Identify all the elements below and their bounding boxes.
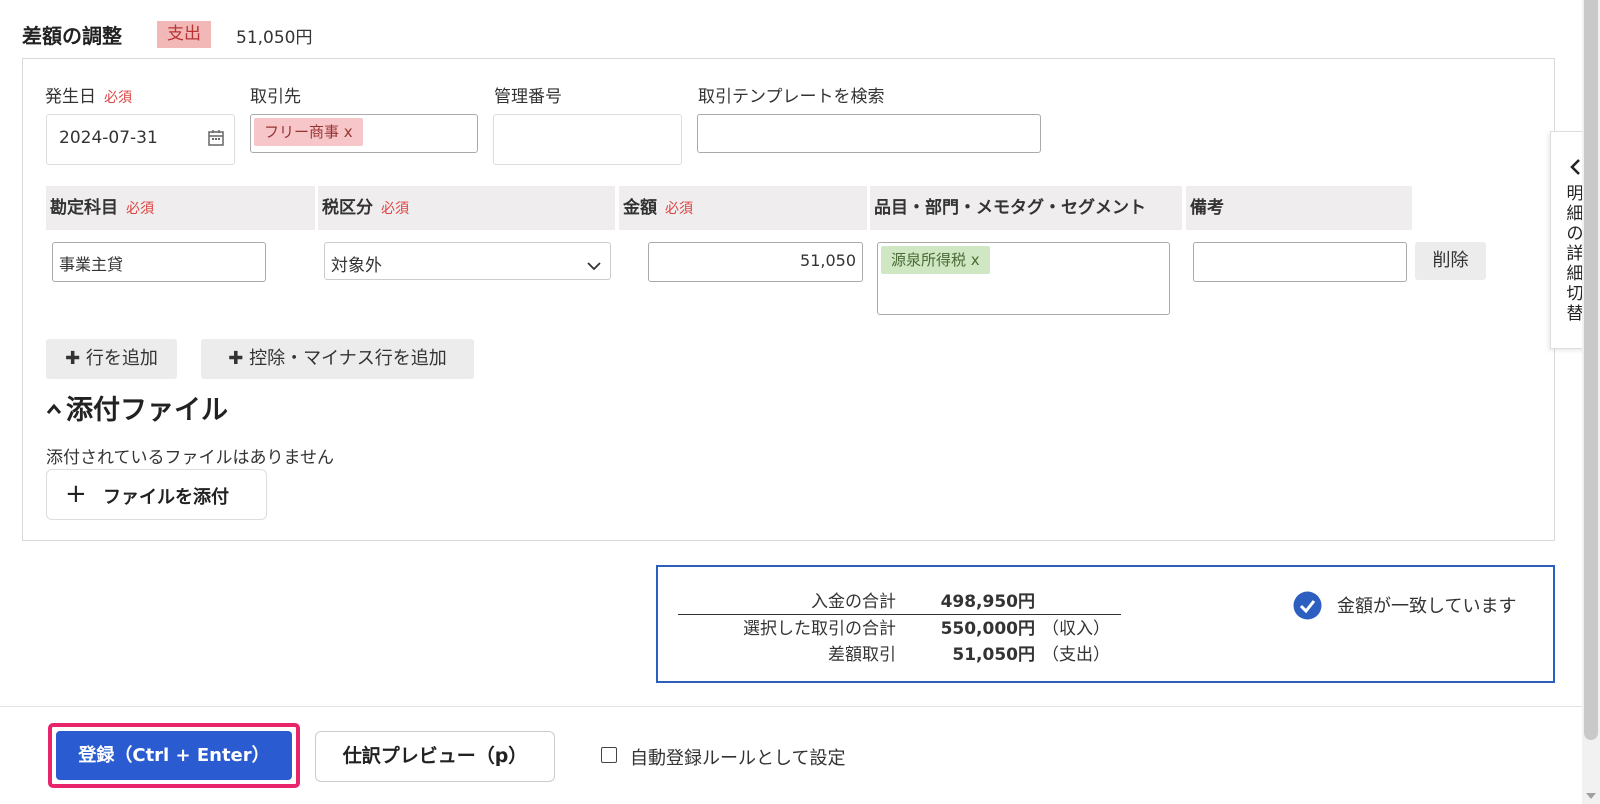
date-input[interactable]: 2024-07-31 <box>46 114 235 165</box>
ref-number-label: 管理番号 <box>494 87 562 107</box>
add-row-button[interactable]: ✚ 行を追加 <box>46 339 177 379</box>
selected-total-value: 550,000円 <box>940 619 1035 639</box>
partner-input[interactable]: フリー商事 x <box>250 114 478 153</box>
tags-input[interactable]: 源泉所得税 x <box>877 242 1170 315</box>
footer-bar: 登録（Ctrl + Enter） 仕訳プレビュー（p） 自動登録ルールとして設定 <box>0 706 1582 804</box>
header-tax-text: 税区分 <box>322 198 373 218</box>
ref-number-input[interactable] <box>493 114 682 165</box>
date-value: 2024-07-31 <box>59 128 158 148</box>
add-row-label: 行を追加 <box>85 348 158 369</box>
section-title: 差額の調整 <box>22 24 122 48</box>
attach-file-button[interactable]: + ファイルを添付 <box>46 469 267 520</box>
tag-chip[interactable]: 源泉所得税 x <box>881 246 990 274</box>
required-mark: 必須 <box>381 201 409 217</box>
date-label: 発生日 必須 <box>45 82 132 107</box>
partner-label: 取引先 <box>250 87 301 107</box>
add-icon: + <box>65 479 87 509</box>
header-note: 備考 <box>1186 186 1412 230</box>
scrollbar-thumb[interactable] <box>1584 0 1598 740</box>
amount-value: 51,050 <box>800 251 856 270</box>
deposit-total-label: 入金の合計 <box>811 592 896 612</box>
auto-rule-label[interactable]: 自動登録ルールとして設定 <box>630 744 845 770</box>
selected-total-label: 選択した取引の合計 <box>743 619 896 639</box>
difference-label: 差額取引 <box>828 645 896 665</box>
required-mark: 必須 <box>665 201 693 217</box>
check-circle-icon <box>1293 591 1322 624</box>
summary-box: 入金の合計 498,950円 選択した取引の合計 550,000円 （収入） 差… <box>656 565 1555 683</box>
header-amount: 金額 必須 <box>619 186 867 230</box>
note-input[interactable] <box>1193 242 1407 282</box>
required-mark: 必須 <box>104 90 132 106</box>
no-attachments-message: 添付されているファイルはありません <box>46 448 334 468</box>
add-deduction-row-label: 控除・マイナス行を追加 <box>249 348 447 369</box>
required-mark: 必須 <box>126 201 154 217</box>
header-account: 勘定科目 必須 <box>46 186 315 230</box>
chevron-down-icon <box>587 256 601 275</box>
header-account-text: 勘定科目 <box>50 198 118 218</box>
add-deduction-row-button[interactable]: ✚ 控除・マイナス行を追加 <box>201 339 474 379</box>
difference-type: （支出） <box>1042 645 1110 665</box>
scroll-down-arrow-icon[interactable] <box>1585 786 1597 804</box>
account-input[interactable]: 事業主貸 <box>52 242 266 282</box>
tax-select[interactable]: 対象外 <box>324 242 611 280</box>
difference-value: 51,050円 <box>952 645 1035 665</box>
chevron-up-icon[interactable] <box>46 400 62 419</box>
amount-input[interactable]: 51,050 <box>648 242 863 282</box>
header-tax: 税区分 必須 <box>318 186 615 230</box>
expense-badge: 支出 <box>157 21 211 48</box>
selected-total-type: （収入） <box>1042 619 1110 639</box>
match-status: 金額が一致しています <box>1337 596 1517 617</box>
calendar-icon[interactable] <box>207 129 225 151</box>
delete-row-button[interactable]: 削除 <box>1415 242 1486 280</box>
auto-rule-checkbox[interactable] <box>601 747 617 763</box>
attachments-title: 添付ファイル <box>66 395 228 426</box>
account-value: 事業主貸 <box>59 255 124 274</box>
register-button[interactable]: 登録（Ctrl + Enter） <box>56 731 292 780</box>
attach-file-label: ファイルを添付 <box>103 487 229 508</box>
header-amount-text: 金額 <box>623 198 657 218</box>
plus-icon: ✚ <box>228 348 244 369</box>
header-tags: 品目・部門・メモタグ・セグメント <box>870 186 1182 230</box>
partner-chip[interactable]: フリー商事 x <box>254 118 363 146</box>
plus-icon: ✚ <box>65 348 81 369</box>
header-amount: 51,050円 <box>236 28 313 48</box>
journal-preview-button[interactable]: 仕訳プレビュー（p） <box>315 731 555 782</box>
deposit-total-value: 498,950円 <box>940 592 1035 612</box>
chevron-left-icon <box>1569 158 1581 180</box>
tax-value: 対象外 <box>331 256 382 276</box>
template-search-input[interactable] <box>697 114 1041 153</box>
date-label-text: 発生日 <box>45 87 96 107</box>
template-search-label: 取引テンプレートを検索 <box>698 87 885 107</box>
